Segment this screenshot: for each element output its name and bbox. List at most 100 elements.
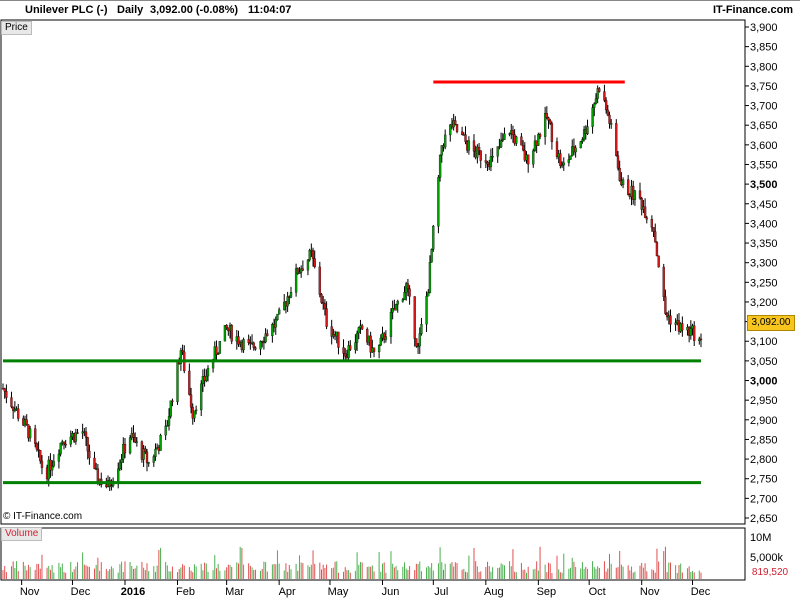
candle-body bbox=[377, 345, 381, 353]
candle-body bbox=[638, 190, 642, 199]
candle-body bbox=[76, 432, 79, 434]
y-tick-label: 3,200 bbox=[750, 297, 778, 309]
candle-body bbox=[532, 150, 535, 165]
candle-body bbox=[460, 131, 464, 135]
candle-body bbox=[428, 262, 432, 293]
candle-body bbox=[427, 292, 430, 297]
candle-body bbox=[242, 339, 245, 351]
candle-body bbox=[28, 428, 32, 439]
candle-body bbox=[579, 141, 582, 149]
candle-body bbox=[384, 336, 388, 340]
candle-body bbox=[311, 249, 315, 259]
x-tick-label: Mar bbox=[225, 586, 244, 598]
y-tick-label: 3,500 bbox=[750, 179, 778, 191]
last-price-badge: 3,092.00 bbox=[747, 315, 795, 331]
candle-body bbox=[349, 345, 352, 350]
candle-body bbox=[323, 303, 327, 309]
candle-body bbox=[569, 155, 572, 160]
candle-body bbox=[669, 315, 672, 325]
candle-body bbox=[418, 333, 421, 347]
candle-body bbox=[164, 425, 167, 436]
candle-body bbox=[616, 155, 620, 169]
candle-body bbox=[313, 258, 316, 268]
candle-body bbox=[254, 347, 257, 350]
candle-body bbox=[699, 338, 703, 341]
candle-body bbox=[657, 255, 660, 268]
candle-body bbox=[432, 226, 435, 250]
candle-body bbox=[306, 259, 310, 271]
candle-body bbox=[128, 437, 132, 454]
candle-body bbox=[633, 190, 637, 200]
x-tick-label: Jun bbox=[382, 586, 400, 598]
candle-body bbox=[181, 350, 184, 353]
candle-body bbox=[593, 103, 596, 108]
candle-body bbox=[308, 250, 311, 261]
y-tick-label: 3,300 bbox=[750, 258, 778, 270]
volume-panel-frame bbox=[0, 527, 746, 581]
candle-body bbox=[342, 347, 345, 354]
candle-body bbox=[361, 325, 364, 330]
y-tick-label: 3,000 bbox=[750, 376, 778, 388]
candle-body bbox=[145, 451, 149, 463]
candle-body bbox=[10, 397, 13, 408]
volume-tick-label: 5,000k bbox=[750, 552, 784, 564]
y-tick-label: 2,800 bbox=[750, 454, 778, 466]
candle-body bbox=[420, 324, 423, 334]
candle-body bbox=[34, 428, 37, 444]
candle-body bbox=[545, 113, 548, 118]
x-tick-label: Feb bbox=[176, 586, 195, 598]
candle-body bbox=[444, 134, 447, 148]
candle-body bbox=[123, 444, 127, 454]
candle-body bbox=[320, 294, 323, 303]
candle-body bbox=[515, 136, 518, 144]
x-tick-label: 2016 bbox=[121, 586, 145, 598]
candle-body bbox=[608, 114, 611, 124]
candle-body bbox=[189, 394, 193, 408]
candle-body bbox=[176, 360, 179, 403]
candle-body bbox=[171, 400, 174, 403]
candle-body bbox=[618, 168, 621, 181]
candle-body bbox=[3, 388, 6, 392]
candle-body bbox=[159, 434, 162, 451]
candle-body bbox=[591, 107, 594, 127]
candle-body bbox=[379, 337, 382, 346]
y-tick-label: 3,050 bbox=[750, 356, 778, 368]
y-tick-label: 3,750 bbox=[750, 81, 778, 93]
candle-body bbox=[550, 123, 554, 142]
candle-body bbox=[477, 146, 481, 151]
candle-body bbox=[681, 323, 684, 331]
candle-body bbox=[491, 156, 494, 158]
price-panel-frame bbox=[0, 19, 746, 525]
candle-body bbox=[217, 353, 220, 355]
candle-body bbox=[547, 117, 550, 121]
candle-body bbox=[52, 461, 55, 467]
candle-body bbox=[247, 339, 250, 343]
candle-body bbox=[205, 375, 208, 381]
candle-body bbox=[438, 155, 442, 178]
x-tick-label: May bbox=[328, 586, 349, 598]
candle-body bbox=[413, 296, 416, 339]
candle-body bbox=[193, 410, 196, 419]
candle-body bbox=[610, 123, 613, 125]
candle-body bbox=[74, 432, 77, 442]
candle-body bbox=[521, 145, 525, 151]
y-tick-label: 3,650 bbox=[750, 120, 778, 132]
candle-body bbox=[166, 425, 169, 427]
candle-body bbox=[57, 453, 61, 462]
candle-body bbox=[549, 120, 552, 124]
candle-body bbox=[25, 419, 28, 425]
candle-body bbox=[627, 179, 630, 195]
y-tick-label: 2,650 bbox=[750, 513, 778, 525]
candle-body bbox=[35, 443, 39, 450]
x-tick-label: Apr bbox=[279, 586, 296, 598]
x-tick-label: Dec bbox=[71, 586, 91, 598]
candle-body bbox=[144, 448, 147, 453]
candle-body bbox=[662, 266, 665, 297]
candle-body bbox=[337, 331, 340, 348]
candle-body bbox=[167, 416, 171, 426]
candle-body bbox=[408, 288, 411, 297]
y-tick-label: 2,700 bbox=[750, 493, 778, 505]
candle-body bbox=[132, 433, 135, 438]
candle-body bbox=[354, 342, 357, 350]
candle-body bbox=[499, 140, 503, 148]
